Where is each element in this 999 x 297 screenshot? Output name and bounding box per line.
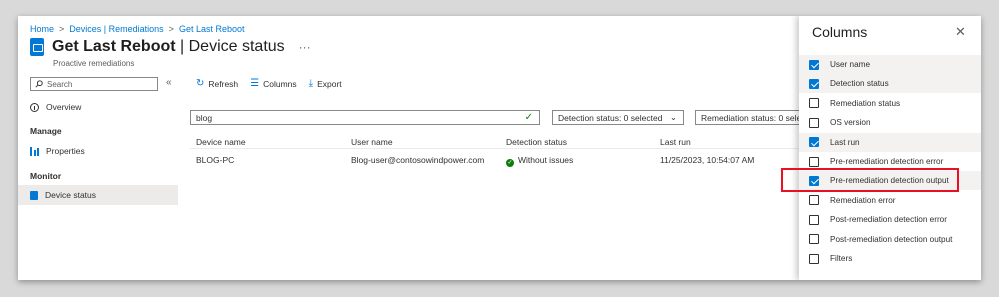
sidebar-item-properties[interactable]: Properties — [18, 141, 178, 161]
command-bar: ↻ Refresh ☰ Columns ⤓ Export — [196, 78, 342, 89]
column-option-label: Post-remediation detection error — [830, 215, 947, 225]
device-search-value: blog — [196, 112, 213, 123]
column-option-label: Remediation error — [830, 195, 896, 205]
checkbox-unchecked[interactable] — [809, 98, 819, 109]
more-options-icon[interactable]: ··· — [299, 40, 311, 54]
detection-status-text: Without issues — [518, 155, 574, 165]
breadcrumb-separator: > — [59, 24, 65, 34]
page-header: Get Last Reboot | Device status ··· — [30, 38, 311, 56]
page-subtitle: Proactive remediations — [53, 59, 135, 68]
success-check-icon: ✓ — [506, 159, 514, 167]
column-option[interactable]: User name — [799, 55, 981, 74]
user-name-cell: Blog-user@contosowindpower.com — [351, 155, 485, 165]
table-row[interactable]: BLOG-PC Blog-user@contosowindpower.com ✓… — [190, 151, 810, 169]
checkbox-unchecked[interactable] — [809, 117, 819, 128]
sidebar-search-placeholder: Search — [47, 79, 73, 89]
column-option-label: Last run — [830, 137, 860, 147]
sidebar-item-overview[interactable]: Overview — [18, 97, 178, 117]
refresh-button[interactable]: ↻ Refresh — [196, 78, 238, 89]
columns-panel-title: Columns — [812, 24, 868, 40]
column-option[interactable]: Remediation error — [799, 191, 981, 210]
download-icon: ⤓ — [308, 78, 314, 89]
highlight-box — [781, 168, 959, 192]
close-icon[interactable]: ✕ — [955, 24, 966, 40]
export-button[interactable]: ⤓ Export — [309, 78, 342, 89]
breadcrumb-home[interactable]: Home — [30, 24, 54, 34]
last-run-cell: 11/25/2023, 10:54:07 AM — [660, 155, 755, 165]
detection-status-cell: ✓ Without issues — [506, 155, 573, 167]
column-header-device-name[interactable]: Device name — [196, 137, 246, 147]
columns-button[interactable]: ☰ Columns — [250, 78, 297, 89]
device-status-icon — [30, 190, 38, 200]
column-option-label: Post-remediation detection output — [830, 234, 953, 244]
column-header-user-name[interactable]: User name — [351, 137, 393, 147]
column-header-detection-status[interactable]: Detection status — [506, 137, 567, 147]
export-label: Export — [317, 78, 342, 89]
column-option-label: Remediation status — [830, 98, 901, 108]
device-name-cell[interactable]: BLOG-PC — [196, 155, 234, 165]
title-separator: | — [180, 38, 189, 55]
column-option[interactable]: Post-remediation detection output — [799, 230, 981, 249]
checkbox-unchecked[interactable] — [809, 234, 819, 245]
column-option-label: Pre-remediation detection error — [830, 157, 944, 166]
collapse-sidebar-icon[interactable]: « — [166, 77, 172, 88]
breadcrumb-remediations[interactable]: Devices | Remediations — [69, 24, 163, 34]
nav-section-manage: Manage — [30, 126, 62, 136]
remediation-script-icon — [30, 38, 44, 56]
remediation-status-filter[interactable]: Remediation status: 0 selected — [695, 110, 805, 125]
page-title-suffix: Device status — [188, 38, 285, 55]
column-header-last-run[interactable]: Last run — [660, 137, 691, 147]
remediation-status-filter-label: Remediation status: 0 selected — [701, 112, 804, 123]
chevron-down-icon: ⌄ — [669, 112, 677, 122]
columns-panel: Columns ✕ User name Detection status Remed… — [799, 16, 981, 280]
sidebar-item-label: Device status — [45, 190, 97, 200]
breadcrumb: Home > Devices | Remediations > Get Last… — [30, 24, 244, 34]
detection-status-filter-label: Detection status: 0 selected — [558, 112, 663, 123]
sidebar-item-device-status[interactable]: Device status — [18, 185, 178, 205]
refresh-icon: ↻ — [196, 78, 205, 89]
column-option-label: Detection status — [830, 79, 889, 89]
breadcrumb-current[interactable]: Get Last Reboot — [179, 24, 245, 34]
nav-section-monitor: Monitor — [30, 171, 62, 181]
breadcrumb-separator: > — [168, 24, 174, 34]
sidebar-search-input[interactable]: Search — [30, 77, 158, 91]
checkbox-checked[interactable] — [809, 78, 819, 89]
column-option[interactable]: Detection status — [799, 74, 981, 94]
columns-label: Columns — [263, 78, 297, 89]
checkbox-unchecked[interactable] — [809, 253, 819, 264]
sidebar-item-label: Properties — [46, 146, 85, 156]
checkbox-unchecked[interactable] — [809, 195, 819, 206]
checkmark-icon: ✓ — [524, 112, 533, 123]
checkbox-unchecked[interactable] — [809, 156, 819, 167]
column-option-label: Filters — [830, 254, 853, 263]
app-window: Home > Devices | Remediations > Get Last… — [18, 16, 981, 280]
column-option[interactable]: OS version — [799, 113, 981, 132]
columns-icon: ☰ — [250, 78, 260, 89]
checkbox-checked[interactable] — [809, 137, 819, 148]
refresh-label: Refresh — [208, 78, 239, 89]
checkbox-checked[interactable] — [809, 59, 819, 70]
page-title: Get Last Reboot | Device status — [52, 38, 285, 56]
page-title-main: Get Last Reboot — [52, 38, 176, 55]
info-icon — [30, 102, 39, 112]
sidebar-item-label: Overview — [46, 102, 82, 112]
column-option-label: OS version — [830, 118, 871, 128]
search-icon — [35, 80, 43, 88]
checkbox-unchecked[interactable] — [809, 214, 819, 225]
column-option[interactable]: Filters — [799, 249, 981, 268]
column-option[interactable]: Post-remediation detection error — [799, 210, 981, 229]
column-option[interactable]: Last run — [799, 132, 981, 152]
properties-icon — [30, 146, 39, 156]
table-header: Device name User name Detection status L… — [190, 133, 810, 149]
column-option[interactable]: Remediation status — [799, 94, 981, 113]
detection-status-filter[interactable]: Detection status: 0 selected ⌄ — [552, 110, 684, 125]
device-search-input[interactable]: blog ✓ — [190, 110, 540, 125]
column-option-label: User name — [830, 60, 871, 69]
